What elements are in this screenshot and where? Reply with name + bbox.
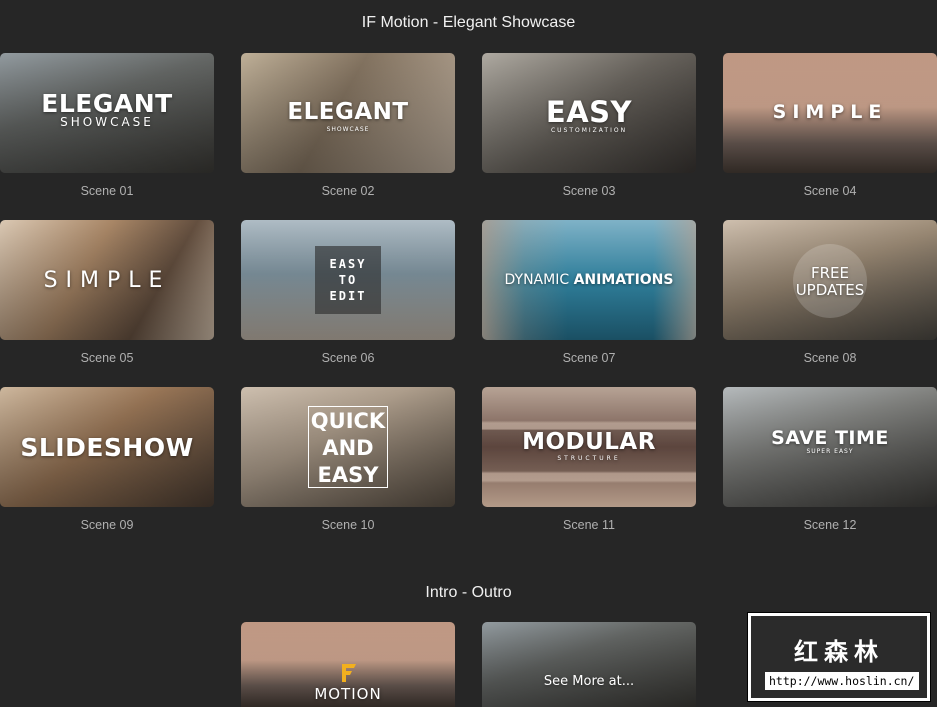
scene-caption: Scene 10 bbox=[321, 518, 375, 532]
overlay-subtitle: SHOWCASE bbox=[60, 115, 154, 129]
overlay-title: MODULAR bbox=[522, 429, 656, 455]
overlay-line: EASY bbox=[317, 463, 379, 487]
overlay-box: QUICK AND EASY bbox=[308, 406, 388, 488]
overlay-line: UPDATES bbox=[795, 281, 865, 299]
scene-card-03[interactable]: EASY CUSTOMIZATION Scene 03 bbox=[482, 53, 696, 220]
watermark-chinese-text: 红森林 bbox=[794, 638, 884, 666]
overlay-title: SAVE TIME bbox=[771, 427, 889, 449]
overlay-subtitle: SUPER EASY bbox=[806, 448, 854, 455]
intro-outro-row: MOTION See More at... bbox=[241, 622, 696, 707]
scene-thumbnail[interactable]: EASY TO EDIT bbox=[241, 220, 455, 340]
overlay-title: SIMPLE bbox=[772, 101, 888, 123]
overlay-line: TO bbox=[338, 273, 358, 287]
scene-caption: Scene 12 bbox=[803, 518, 857, 532]
overlay-line: EASY bbox=[329, 257, 367, 271]
overlay-word: ANIMATIONS bbox=[573, 272, 674, 288]
scene-card-06[interactable]: EASY TO EDIT Scene 06 bbox=[241, 220, 455, 387]
scene-caption: Scene 04 bbox=[803, 184, 857, 198]
scene-thumbnail[interactable]: EASY CUSTOMIZATION bbox=[482, 53, 696, 173]
overlay-title: EASY bbox=[545, 95, 633, 129]
overlay-title: SLIDESHOW bbox=[20, 433, 194, 462]
scene-card-02[interactable]: ELEGANT SHOWCASE Scene 02 bbox=[241, 53, 455, 220]
page-title: IF Motion - Elegant Showcase bbox=[361, 14, 576, 31]
scene-caption: Scene 11 bbox=[563, 518, 615, 532]
watermark: 红森林 http://www.hoslin.cn/ bbox=[747, 612, 931, 702]
intro-overlay-text: MOTION bbox=[314, 685, 382, 703]
watermark-url: http://www.hoslin.cn/ bbox=[765, 672, 919, 690]
scene-caption: Scene 01 bbox=[80, 184, 134, 198]
outro-card[interactable]: See More at... bbox=[482, 622, 696, 707]
scene-card-08[interactable]: FREE UPDATES Scene 08 bbox=[723, 220, 937, 387]
scene-caption: Scene 09 bbox=[80, 518, 134, 532]
overlay-subtitle: CUSTOMIZATION bbox=[550, 127, 628, 134]
scene-card-01[interactable]: ELEGANT SHOWCASE Scene 01 bbox=[0, 53, 214, 220]
overlay-line: QUICK bbox=[310, 409, 386, 433]
intro-card[interactable]: MOTION bbox=[241, 622, 455, 707]
overlay-word: DYNAMIC bbox=[504, 272, 570, 288]
overlay-line: EDIT bbox=[329, 289, 367, 303]
scene-thumbnail[interactable]: SAVE TIME SUPER EASY bbox=[723, 387, 937, 507]
intro-outro-title: Intro - Outro bbox=[425, 584, 512, 601]
overlay-subtitle: STRUCTURE bbox=[557, 455, 621, 462]
overlay-line: FREE bbox=[810, 264, 849, 282]
scene-caption: Scene 06 bbox=[321, 351, 375, 365]
scene-caption: Scene 02 bbox=[321, 184, 375, 198]
scene-caption: Scene 03 bbox=[562, 184, 616, 198]
scene-card-09[interactable]: SLIDESHOW Scene 09 bbox=[0, 387, 214, 554]
scene-thumbnail[interactable]: QUICK AND EASY bbox=[241, 387, 455, 507]
overlay-title: SIMPLE bbox=[43, 268, 171, 293]
overlay-title: ELEGANT bbox=[287, 99, 409, 125]
scene-caption: Scene 07 bbox=[562, 351, 616, 365]
overlay-title: DYNAMIC ANIMATIONS bbox=[482, 272, 696, 288]
scene-card-05[interactable]: SIMPLE Scene 05 bbox=[0, 220, 214, 387]
overlay-box: EASY TO EDIT bbox=[315, 246, 381, 314]
if-logo-icon bbox=[342, 664, 356, 682]
overlay-line: AND bbox=[322, 436, 374, 460]
scene-thumbnail[interactable]: MODULAR STRUCTURE bbox=[482, 387, 696, 507]
overlay-title: ELEGANT bbox=[41, 89, 173, 118]
scene-grid: ELEGANT SHOWCASE Scene 01 ELEGANT SHOWCA… bbox=[0, 53, 937, 554]
scene-card-04[interactable]: SIMPLE Scene 04 bbox=[723, 53, 937, 220]
scene-thumbnail[interactable]: FREE UPDATES bbox=[723, 220, 937, 340]
scene-thumbnail[interactable]: SIMPLE bbox=[723, 53, 937, 173]
scene-thumbnail[interactable]: ELEGANT SHOWCASE bbox=[241, 53, 455, 173]
scene-thumbnail[interactable]: ELEGANT SHOWCASE bbox=[0, 53, 214, 173]
scene-thumbnail[interactable]: DYNAMIC ANIMATIONS bbox=[482, 220, 696, 340]
showcase-page: IF Motion - Elegant Showcase ELEGANT SHO… bbox=[0, 0, 937, 707]
scene-thumbnail[interactable]: SIMPLE bbox=[0, 220, 214, 340]
scene-card-07[interactable]: DYNAMIC ANIMATIONS Scene 07 bbox=[482, 220, 696, 387]
overlay-subtitle: SHOWCASE bbox=[326, 126, 370, 133]
outro-overlay-text: See More at... bbox=[543, 674, 635, 689]
scene-caption: Scene 08 bbox=[803, 351, 857, 365]
scene-card-10[interactable]: QUICK AND EASY Scene 10 bbox=[241, 387, 455, 554]
scene-card-11[interactable]: MODULAR STRUCTURE Scene 11 bbox=[482, 387, 696, 554]
scene-thumbnail[interactable]: SLIDESHOW bbox=[0, 387, 214, 507]
scene-caption: Scene 05 bbox=[80, 351, 134, 365]
scene-card-12[interactable]: SAVE TIME SUPER EASY Scene 12 bbox=[723, 387, 937, 554]
